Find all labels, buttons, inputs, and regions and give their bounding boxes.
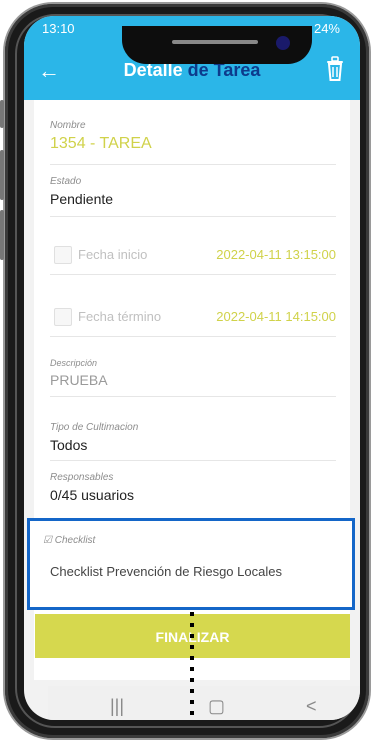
field-tipo[interactable]: Tipo de Cultimacion Todos	[50, 422, 336, 461]
back-nav-icon[interactable]: <	[306, 696, 317, 717]
label-descripcion: Descripción	[50, 358, 98, 368]
field-nombre: Nombre 1354 - TAREA	[50, 120, 336, 165]
side-button	[0, 100, 4, 128]
side-button	[0, 210, 4, 260]
checklist-label-row: ☑ Checklist	[43, 535, 95, 546]
dotted-annotation-line	[190, 612, 194, 722]
label-estado: Estado	[50, 176, 82, 187]
value-nombre: 1354 - TAREA	[50, 135, 152, 152]
label-responsables: Responsables	[50, 472, 114, 483]
home-icon[interactable]: ▢	[208, 696, 225, 717]
field-descripcion[interactable]: Descripción PRUEBA	[50, 358, 336, 397]
field-fecha-termino[interactable]: Fecha término 2022-04-11 14:15:00	[50, 296, 336, 337]
system-nav-bar: ||| ▢ <	[48, 686, 360, 720]
field-responsables[interactable]: Responsables 0/45 usuarios	[50, 472, 336, 510]
label-tipo: Tipo de Cultimacion	[50, 422, 139, 433]
label-nombre: Nombre	[50, 120, 86, 131]
calendar-icon	[54, 246, 72, 264]
checklist-field[interactable]: ☑ Checklist Checklist Prevención de Ries…	[27, 518, 355, 610]
value-fecha-inicio: 2022-04-11 13:15:00	[216, 247, 336, 262]
label-checklist: Checklist	[54, 535, 96, 546]
label-fecha-termino: Fecha término	[78, 309, 162, 324]
value-checklist: Checklist Prevención de Riesgo Locales	[50, 564, 282, 579]
phone-notch	[122, 26, 312, 64]
speaker	[172, 40, 258, 44]
value-responsables: 0/45 usuarios	[50, 487, 135, 503]
side-button	[0, 150, 4, 200]
calendar-icon	[54, 308, 72, 326]
checkbox-icon: ☑	[43, 535, 52, 546]
field-fecha-inicio[interactable]: Fecha inicio 2022-04-11 13:15:00	[50, 234, 336, 275]
battery-level: 24%	[313, 21, 340, 36]
value-estado: Pendiente	[50, 191, 114, 207]
camera	[276, 36, 290, 50]
value-fecha-termino: 2022-04-11 14:15:00	[216, 309, 336, 324]
value-descripcion: PRUEBA	[50, 372, 108, 388]
label-fecha-inicio: Fecha inicio	[78, 247, 148, 262]
status-time: 13:10	[42, 21, 75, 36]
field-estado[interactable]: Estado Pendiente	[50, 176, 336, 217]
trash-icon[interactable]	[324, 56, 346, 82]
recents-icon[interactable]: |||	[110, 696, 124, 717]
value-tipo: Todos	[50, 437, 88, 453]
